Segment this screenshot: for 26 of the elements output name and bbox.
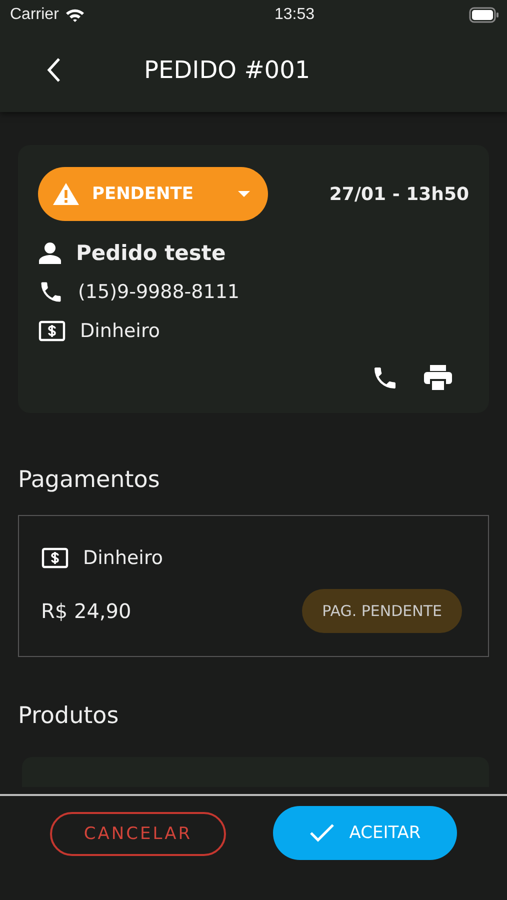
section-title: Produtos [18, 703, 120, 729]
money-icon [38, 318, 66, 342]
section-title: Pagamentos [18, 467, 161, 493]
cancel-button[interactable]: CANCELAR [50, 812, 226, 856]
print-button[interactable] [423, 364, 453, 392]
clock-time: 13:53 [274, 6, 315, 24]
payment-method: Dinheiro [83, 546, 163, 568]
order-datetime: 27/01 - 13h50 [329, 184, 469, 204]
person-icon [38, 242, 62, 264]
printer-icon [423, 364, 453, 392]
caret-icon [238, 191, 250, 197]
page-title: PEDIDO #001 [144, 56, 310, 84]
wifi-icon [64, 8, 85, 22]
check-icon [309, 823, 336, 843]
back-icon [46, 57, 62, 83]
customer-name: Pedido teste [76, 240, 226, 264]
money-icon [41, 546, 69, 570]
payment-status-badge: PAG. PENDENTE [302, 589, 462, 633]
accept-button[interactable]: ACEITAR [273, 806, 457, 860]
status-dropdown[interactable]: PENDENTE [38, 167, 268, 221]
payment-amount: R$ 24,90 [41, 599, 132, 623]
payment-method: Dinheiro [80, 320, 160, 342]
customer-phone: (15)9-9988-8111 [78, 280, 240, 302]
carrier-name: Carrier [10, 6, 59, 24]
battery-icon [468, 7, 499, 23]
warning-icon [52, 182, 80, 206]
